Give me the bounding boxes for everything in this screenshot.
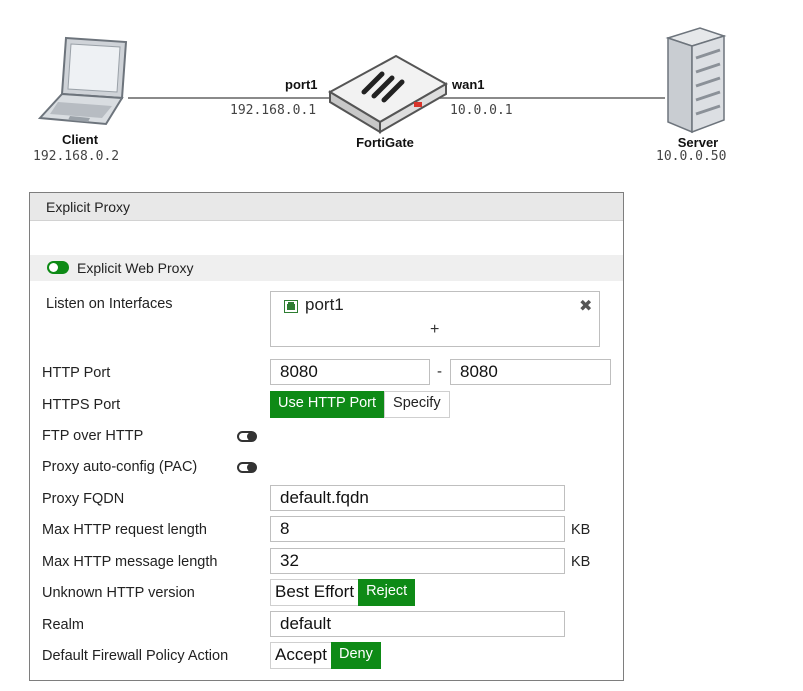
unknown-best-effort-option[interactable]: Best Effort [270, 579, 359, 606]
listen-interfaces-box[interactable]: port1 ✖ + [270, 291, 600, 347]
max-request-length-label: Max HTTP request length [42, 522, 207, 538]
client-name: Client [61, 132, 99, 147]
fortigate-name: FortiGate [356, 135, 414, 150]
action-accept-option[interactable]: Accept [270, 642, 331, 669]
laptop-icon [37, 36, 128, 126]
realm-label: Realm [42, 617, 84, 633]
realm-input[interactable]: default [270, 611, 565, 637]
http-port-label: HTTP Port [42, 365, 111, 381]
client-ip: 192.168.0.2 [33, 149, 120, 164]
unknown-http-version-label: Unknown HTTP version [42, 585, 195, 601]
port1-label: port1 [285, 77, 318, 92]
port1-ip: 192.168.0.1 [230, 103, 317, 118]
max-message-unit: KB [571, 554, 591, 570]
http-port-from-input[interactable]: 8080 [270, 359, 430, 385]
max-message-length-label: Max HTTP message length [42, 554, 218, 570]
ftp-over-http-label: FTP over HTTP [42, 428, 144, 444]
max-message-length-input[interactable]: 32 [270, 548, 565, 574]
fortigate-device-icon [327, 54, 449, 134]
action-deny-option[interactable]: Deny [330, 642, 381, 669]
https-port-selector: Use HTTP Port Specify [270, 391, 450, 418]
http-port-to-input[interactable]: 8080 [450, 359, 611, 385]
explicit-web-proxy-label: Explicit Web Proxy [77, 260, 194, 276]
explicit-proxy-panel: Explicit Proxy Explicit Web Proxy Listen… [29, 192, 624, 681]
listen-interface-port1[interactable]: port1 [305, 295, 344, 315]
default-policy-action-label: Default Firewall Policy Action [42, 648, 229, 664]
max-request-unit: KB [571, 522, 591, 538]
server-icon [665, 27, 727, 134]
default-policy-action-selector: Accept Deny [270, 642, 381, 669]
panel-title: Explicit Proxy [30, 193, 623, 221]
wan1-ip: 10.0.0.1 [450, 103, 513, 118]
proxy-fqdn-input[interactable]: default.fqdn [270, 485, 565, 511]
proxy-fqdn-label: Proxy FQDN [42, 491, 125, 507]
listen-interfaces-label: Listen on Interfaces [46, 296, 173, 312]
unknown-http-version-selector: Best Effort Reject [270, 579, 416, 606]
https-use-http-port-option[interactable]: Use HTTP Port [270, 391, 385, 418]
http-port-range-separator: - [437, 363, 442, 380]
unknown-reject-option[interactable]: Reject [358, 579, 416, 606]
max-request-length-input[interactable]: 8 [270, 516, 565, 542]
explicit-web-proxy-row: Explicit Web Proxy [30, 255, 623, 281]
ftp-over-http-toggle[interactable] [237, 431, 257, 442]
pac-label: Proxy auto-config (PAC) [42, 459, 198, 475]
remove-interface-icon[interactable]: ✖ [579, 296, 592, 316]
server-ip: 10.0.0.50 [656, 149, 727, 164]
wan1-label: wan1 [452, 77, 485, 92]
server-name: Server [677, 135, 719, 150]
pac-toggle[interactable] [237, 462, 257, 473]
https-port-label: HTTPS Port [42, 397, 121, 413]
link-fortigate-server [440, 97, 665, 99]
port-icon [284, 300, 298, 313]
link-client-fortigate [128, 97, 343, 99]
add-interface-icon[interactable]: + [430, 321, 439, 339]
https-specify-option[interactable]: Specify [384, 391, 450, 418]
explicit-web-proxy-toggle[interactable] [47, 261, 69, 274]
